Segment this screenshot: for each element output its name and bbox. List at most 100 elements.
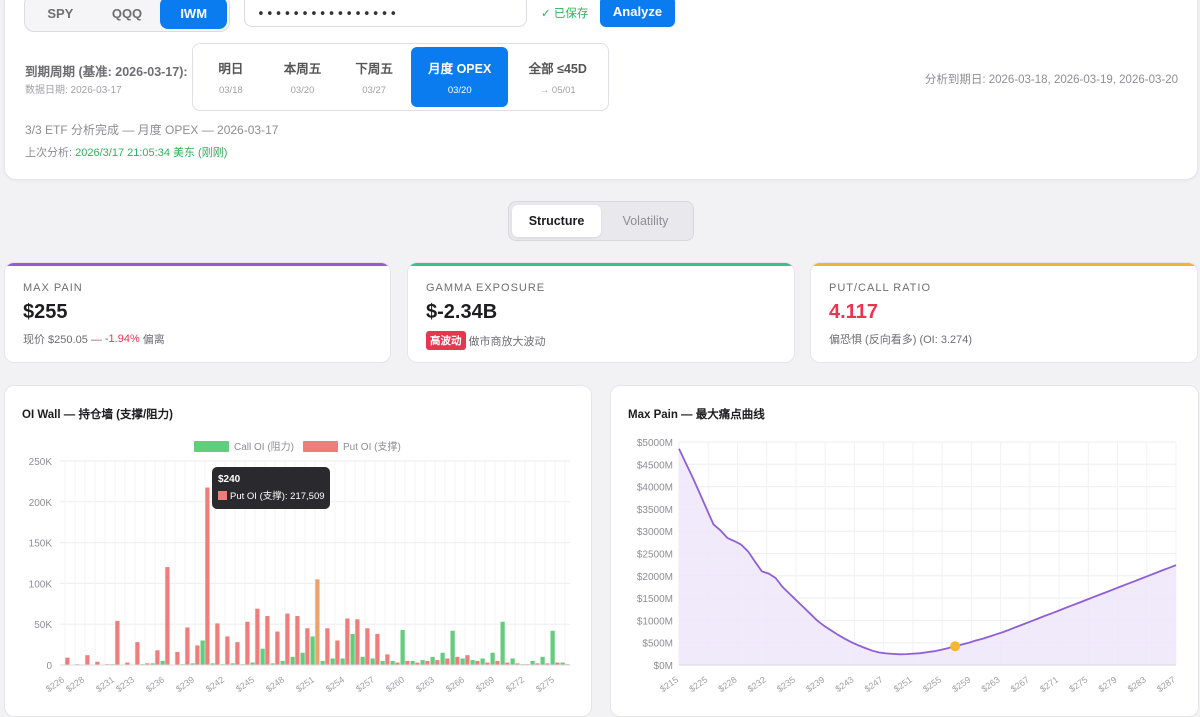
max-pain-curve-title: Max Pain — 最大痛点曲线 [628, 409, 765, 421]
expiry-this-friday[interactable]: 本周五 03/20 [268, 47, 338, 107]
call-oi-bar [400, 629, 405, 665]
ticker-qqq[interactable]: QQQ [94, 0, 161, 29]
api-key-input[interactable] [244, 0, 527, 27]
call-oi-bar [260, 648, 265, 665]
analysis-complete-message: 3/3 ETF 分析完成 — 月度 OPEX — 2026-03-17 [25, 123, 279, 137]
put-oi-bar [365, 628, 370, 665]
put-oi-bar [475, 660, 480, 665]
x-tick-label: $228 [716, 674, 738, 694]
put-oi-bar [255, 608, 260, 665]
y-tick-label: 150K [29, 539, 53, 550]
call-oi-bar [160, 660, 165, 665]
put-oi-bar [135, 642, 140, 665]
max-pain-accent-bar [5, 263, 390, 266]
ticker-spy[interactable]: SPY [27, 0, 94, 29]
ticker-iwm[interactable]: IWM [160, 0, 228, 29]
gamma-accent-bar [408, 263, 794, 266]
put-oi-bar [115, 620, 120, 665]
expiry-option-label: 全部 ≤45D [528, 62, 587, 76]
max-pain-card: MAX PAIN $255 现价 $250.05 — -1.94% 偏离 [4, 262, 391, 363]
gamma-label: GAMMA EXPOSURE [426, 282, 546, 294]
oi-wall-chart: 0 50K 100K 150K 200K 250K $226$228 $231$233 $236… [29, 440, 570, 694]
x-tick-label: $239 [174, 674, 196, 694]
data-date: 数据日期: 2026-03-17 [25, 85, 122, 96]
call-oi-bar [470, 660, 475, 665]
gamma-value: $-2.34B [426, 301, 498, 323]
y-tick-label: $2000M [637, 572, 673, 583]
max-pain-chart: $0M $500M $1000M $1500M $2000M $2500M $3000M $3… [637, 438, 1177, 694]
call-oi-bar [370, 658, 375, 665]
put-oi-bar [65, 657, 70, 665]
put-oi-bar [225, 636, 230, 665]
x-tick-label: $232 [746, 674, 768, 694]
x-tick-label: $236 [144, 674, 166, 694]
call-oi-bar [490, 652, 495, 665]
call-oi-bar [540, 656, 545, 665]
x-tick-label: $263 [414, 674, 436, 694]
call-oi-bar [410, 660, 415, 665]
put-oi-bar [235, 642, 240, 665]
y-tick-label: $3500M [637, 505, 673, 516]
x-tick-label: $226 [44, 674, 66, 694]
call-oi-bar [420, 660, 425, 665]
legend-put-swatch [303, 441, 338, 452]
x-tick-label: $269 [474, 674, 496, 694]
pcr-label: PUT/CALL RATIO [829, 282, 932, 294]
x-tick-label: $251 [892, 674, 914, 694]
pcr-description: 偏恐惧 (反向看多) (OI: 3.274) [829, 334, 973, 346]
expiry-monthly-opex[interactable]: 月度 OPEX 03/20 [410, 47, 509, 107]
y-tick-label: $2500M [637, 550, 673, 561]
y-tick-label: $3000M [637, 527, 673, 538]
call-oi-bar [340, 658, 345, 665]
tab-structure[interactable]: Structure [512, 205, 601, 237]
call-oi-bar [390, 660, 395, 665]
analysis-dates: 分析到期日: 2026-03-18, 2026-03-19, 2026-03-2… [924, 74, 1178, 86]
max-pain-marker [950, 641, 961, 652]
x-tick-label: $275 [534, 674, 556, 694]
y-tick-label: $5000M [637, 438, 673, 449]
expiry-next-friday[interactable]: 下周五 03/27 [339, 47, 409, 107]
put-oi-bar [335, 640, 340, 665]
tooltip-text: Put OI (支撑): 217,509 [230, 490, 325, 502]
expiry-all-45d[interactable]: 全部 ≤45D → 05/01 [510, 47, 605, 107]
tab-volatility[interactable]: Volatility [601, 205, 690, 237]
call-oi-bar [460, 658, 465, 665]
put-oi-bar [185, 627, 190, 665]
pain-area [679, 448, 1176, 665]
expiry-option-label: 下周五 [355, 62, 393, 76]
call-oi-bar [280, 660, 285, 665]
call-oi-bar [330, 658, 335, 665]
x-tick-label: $257 [354, 674, 376, 694]
y-tick-label: $4500M [637, 460, 673, 471]
x-tick-label: $259 [950, 674, 972, 694]
legend-call-swatch [194, 441, 229, 452]
current-price-text: 现价 $250.05 — [23, 334, 102, 346]
analyze-button[interactable]: Analyze [600, 0, 675, 27]
x-tick-label: $233 [114, 674, 136, 694]
put-oi-bar [175, 651, 180, 665]
x-tick-label: $267 [1009, 674, 1031, 694]
y-tick-label: $1500M [637, 594, 673, 605]
put-oi-bar [205, 487, 210, 665]
tooltip-title: $240 [218, 474, 241, 485]
call-oi-bar [530, 660, 535, 665]
x-tick-label: $263 [980, 674, 1002, 694]
put-oi-bar [285, 613, 290, 665]
call-oi-bar [500, 621, 505, 665]
call-oi-bar [430, 656, 435, 665]
put-oi-bar [305, 628, 310, 665]
put-oi-bar [455, 656, 460, 665]
expiry-option-date: → 05/01 [539, 85, 576, 96]
max-pain-sub: 现价 $250.05 — -1.94% 偏离 [23, 331, 165, 347]
y-tick-label: 200K [29, 498, 53, 509]
last-analysis: 上次分析: 2026/3/17 21:05:34 美东 (刚刚) [25, 144, 227, 160]
gamma-exposure-card: GAMMA EXPOSURE $-2.34B 高波动 做市商放大波动 [407, 262, 795, 363]
x-tick-label: $247 [863, 674, 885, 694]
last-analysis-time: 2026/3/17 21:05:34 美东 (刚刚) [75, 147, 228, 159]
put-oi-bar [325, 628, 330, 665]
call-oi-bar [200, 640, 205, 665]
oi-wall-title: OI Wall — 持仓墙 (支撑/阻力) [22, 409, 173, 421]
x-tick-label: $255 [921, 674, 943, 694]
y-tick-label: 100K [29, 579, 53, 590]
expiry-tomorrow[interactable]: 明日 03/18 [196, 47, 266, 107]
